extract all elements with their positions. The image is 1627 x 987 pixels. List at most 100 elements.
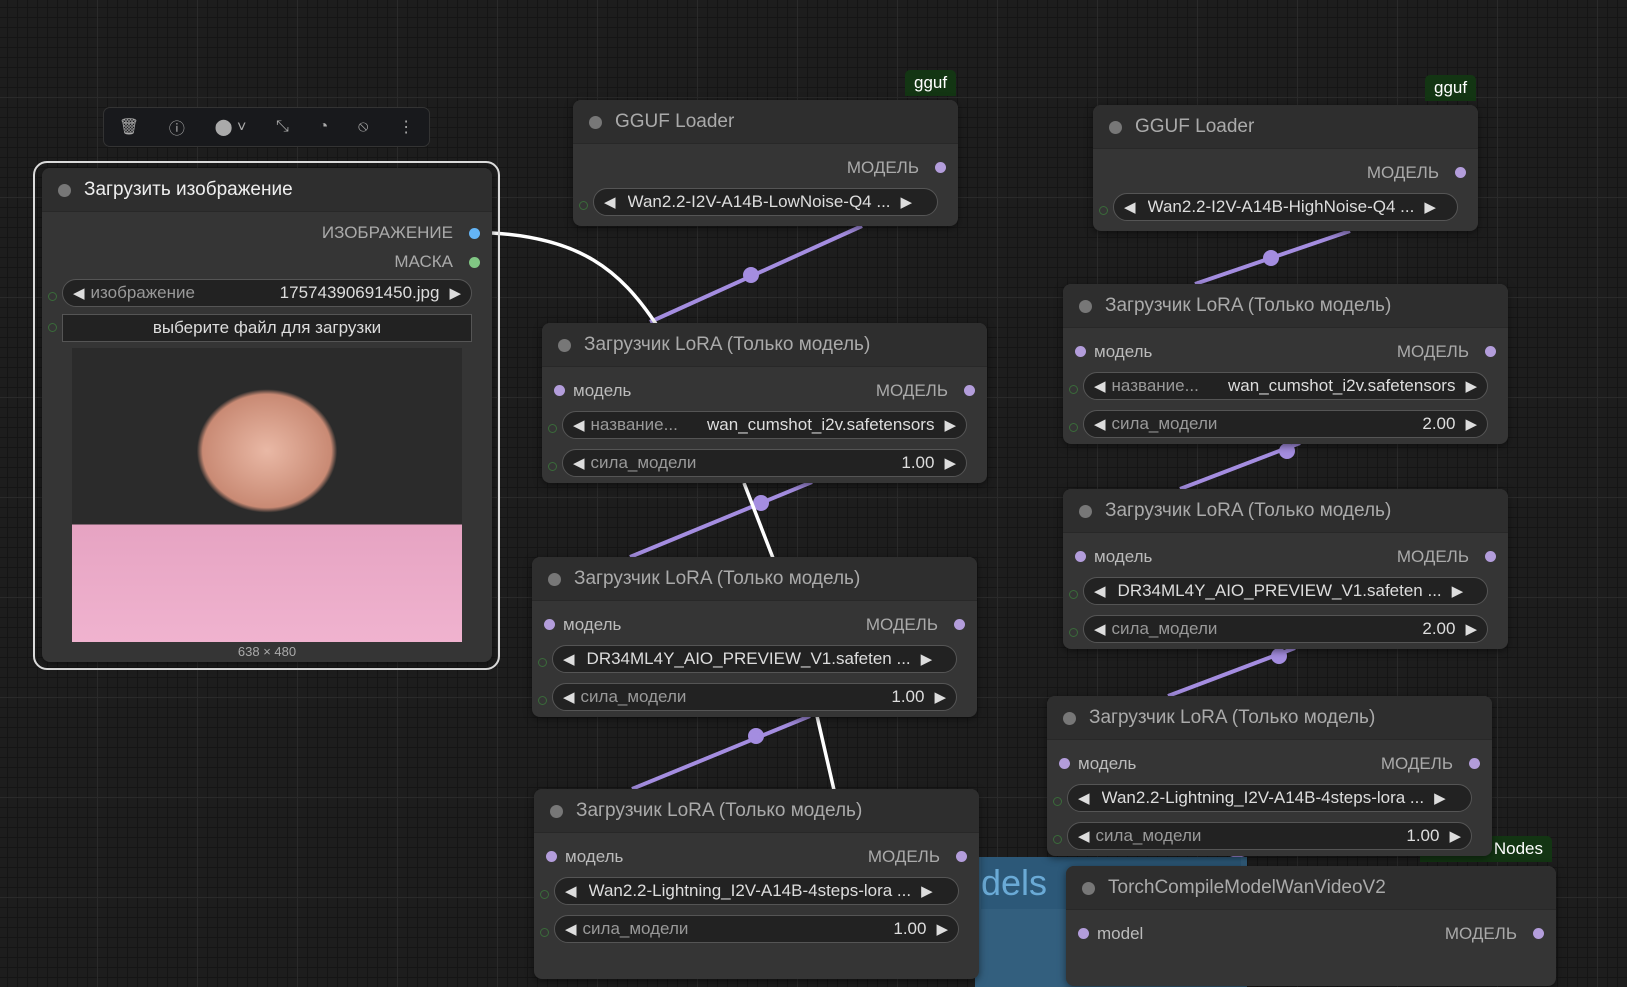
left-arrow-icon[interactable]: ◀ — [1094, 415, 1106, 433]
model-name-combo[interactable]: ◀ Wan2.2-Lightning_I2V-A14B-4steps-lora .… — [1047, 784, 1492, 819]
right-arrow-icon[interactable]: ▶ — [934, 688, 946, 706]
image-combo[interactable]: ◀ изображение 17574390691450.jpg ▶ — [42, 279, 492, 314]
right-arrow-icon[interactable]: ▶ — [921, 882, 933, 900]
left-arrow-icon[interactable]: ◀ — [73, 284, 85, 302]
widget-control[interactable]: ◀ сила_модели 1.00 ▶ — [552, 683, 957, 711]
node-title[interactable]: Загрузчик LoRA (Только модель) — [534, 789, 979, 833]
lora-loader-node[interactable]: Загрузчик LoRA (Только модель) модель МОДЕ… — [532, 557, 977, 717]
node-title[interactable]: Загрузчик LoRA (Только модель) — [1047, 696, 1492, 740]
right-arrow-icon[interactable]: ▶ — [449, 284, 461, 302]
trash-icon[interactable]: 🗑 — [119, 117, 139, 137]
right-arrow-icon[interactable]: ▶ — [936, 920, 948, 938]
output-model[interactable]: МОДЕЛЬ — [1445, 924, 1544, 944]
model-name-combo[interactable]: ◀ название... wan_cumshot_i2v.safetensors ▶ — [542, 411, 987, 446]
pin-icon[interactable]: ◔ — [319, 118, 329, 136]
slot-dot[interactable] — [1078, 928, 1089, 939]
widget-slot[interactable] — [538, 696, 547, 705]
output-model[interactable]: МОДЕЛЬ — [1397, 342, 1496, 362]
widget-control[interactable]: ◀ сила_модели 1.00 ▶ — [554, 915, 959, 943]
slot-dot[interactable] — [1455, 167, 1466, 178]
left-arrow-icon[interactable]: ◀ — [1094, 620, 1106, 638]
widget-slot[interactable] — [538, 658, 547, 667]
widget-control[interactable]: ◀ сила_модели 2.00 ▶ — [1083, 615, 1488, 643]
output-mask[interactable]: МАСКА — [394, 252, 480, 272]
left-arrow-icon[interactable]: ◀ — [573, 454, 585, 472]
input-model[interactable]: модель — [546, 847, 623, 867]
widget-control[interactable]: ◀ название... wan_cumshot_i2v.safetensors ▶ — [1083, 372, 1488, 400]
widget-slot[interactable] — [1069, 590, 1078, 599]
color-icon[interactable]: ⬤ ˅ — [215, 117, 247, 137]
widget-control[interactable]: ◀ Wan2.2-Lightning_I2V-A14B-4steps-lora .… — [1067, 784, 1472, 812]
input-model[interactable]: модель — [544, 615, 621, 635]
node-title[interactable]: Загрузчик LoRA (Только модель) — [1063, 284, 1508, 328]
left-arrow-icon[interactable]: ◀ — [1094, 377, 1106, 395]
strength-number[interactable]: ◀ сила_модели 2.00 ▶ — [1063, 615, 1508, 650]
output-model[interactable]: МОДЕЛЬ — [1381, 754, 1480, 774]
left-arrow-icon[interactable]: ◀ — [563, 688, 575, 706]
gguf-loader-node[interactable]: GGUF Loader МОДЕЛЬ ◀ Wan2.2-I2V-A14B-LowNoi… — [573, 100, 958, 226]
right-arrow-icon[interactable]: ▶ — [1449, 827, 1461, 845]
slot-dot[interactable] — [935, 162, 946, 173]
node-title[interactable]: Загрузчик LoRA (Только модель) — [542, 323, 987, 367]
left-arrow-icon[interactable]: ◀ — [1078, 789, 1090, 807]
slot-dot[interactable] — [956, 851, 967, 862]
gguf-loader-node[interactable]: GGUF Loader МОДЕЛЬ ◀ Wan2.2-I2V-A14B-HighNo… — [1093, 105, 1478, 231]
widget-slot[interactable] — [579, 201, 588, 210]
widget-slot[interactable] — [540, 928, 549, 937]
widget-control[interactable]: ◀ сила_модели 1.00 ▶ — [562, 449, 967, 477]
info-icon[interactable]: ⓘ — [169, 115, 185, 139]
output-model[interactable]: МОДЕЛЬ — [866, 615, 965, 635]
left-arrow-icon[interactable]: ◀ — [1094, 582, 1106, 600]
output-model[interactable]: МОДЕЛЬ — [1367, 163, 1466, 183]
input-model[interactable]: модель — [554, 381, 631, 401]
left-arrow-icon[interactable]: ◀ — [565, 920, 577, 938]
right-arrow-icon[interactable]: ▶ — [921, 650, 933, 668]
left-arrow-icon[interactable]: ◀ — [1124, 198, 1136, 216]
slot-dot[interactable] — [1075, 346, 1086, 357]
output-model[interactable]: МОДЕЛЬ — [847, 158, 946, 178]
widget-slot[interactable] — [1069, 628, 1078, 637]
widget-slot[interactable] — [548, 424, 557, 433]
node-title[interactable]: GGUF Loader — [1093, 105, 1478, 149]
right-arrow-icon[interactable]: ▶ — [1434, 789, 1446, 807]
widget-control[interactable]: ◀ Wan2.2-Lightning_I2V-A14B-4steps-lora .… — [554, 877, 959, 905]
input-model[interactable]: модель — [1075, 547, 1152, 567]
widget-slot[interactable] — [1053, 835, 1062, 844]
widget-control[interactable]: ◀ сила_модели 1.00 ▶ — [1067, 822, 1472, 850]
strength-number[interactable]: ◀ сила_модели 1.00 ▶ — [542, 449, 987, 484]
slot-dot[interactable] — [1075, 551, 1086, 562]
left-arrow-icon[interactable]: ◀ — [573, 416, 585, 434]
bypass-icon[interactable]: ⦸ — [358, 118, 368, 136]
widget-slot[interactable] — [48, 292, 57, 301]
slot-dot[interactable] — [1485, 346, 1496, 357]
widget-control[interactable]: ◀ Wan2.2-I2V-A14B-HighNoise-Q4 ... ▶ — [1113, 193, 1458, 221]
right-arrow-icon[interactable]: ▶ — [1465, 620, 1477, 638]
widget-slot[interactable] — [1069, 385, 1078, 394]
left-arrow-icon[interactable]: ◀ — [563, 650, 575, 668]
right-arrow-icon[interactable]: ▶ — [944, 454, 956, 472]
widget-slot[interactable] — [540, 890, 549, 899]
load-image-node[interactable]: Загрузить изображение ИЗОБРАЖЕНИЕ МАСКА … — [42, 168, 492, 662]
slot-dot[interactable] — [964, 385, 975, 396]
output-model[interactable]: МОДЕЛЬ — [868, 847, 967, 867]
input-model[interactable]: модель — [1075, 342, 1152, 362]
slot-dot[interactable] — [1533, 928, 1544, 939]
lora-loader-node[interactable]: Загрузчик LoRA (Только модель) модель МОДЕ… — [534, 789, 979, 979]
slot-dot[interactable] — [954, 619, 965, 630]
slot-dot[interactable] — [1485, 551, 1496, 562]
upload-button[interactable]: выберите файл для загрузки — [62, 314, 472, 342]
collapse-icon[interactable]: ⤡ — [276, 118, 289, 136]
widget-slot[interactable] — [548, 462, 557, 471]
input-model[interactable]: модель — [1059, 754, 1136, 774]
left-arrow-icon[interactable]: ◀ — [565, 882, 577, 900]
strength-number[interactable]: ◀ сила_модели 1.00 ▶ — [1047, 822, 1492, 857]
model-name-combo[interactable]: ◀ Wan2.2-I2V-A14B-HighNoise-Q4 ... ▶ — [1093, 193, 1478, 228]
strength-number[interactable]: ◀ сила_модели 2.00 ▶ — [1063, 410, 1508, 445]
widget-control[interactable]: ◀ сила_модели 2.00 ▶ — [1083, 410, 1488, 438]
lora-loader-node[interactable]: Загрузчик LoRA (Только модель) модель МОДЕ… — [1063, 489, 1508, 649]
torch-compile-node[interactable]: TorchCompileModelWanVideoV2 model МОДЕЛЬ — [1066, 866, 1556, 986]
strength-number[interactable]: ◀ сила_модели 1.00 ▶ — [534, 915, 979, 950]
node-title[interactable]: GGUF Loader — [573, 100, 958, 144]
model-name-combo[interactable]: ◀ DR34ML4Y_AIO_PREVIEW_V1.safeten ... ▶ — [532, 645, 977, 680]
more-icon[interactable]: ⋮ — [398, 117, 414, 137]
